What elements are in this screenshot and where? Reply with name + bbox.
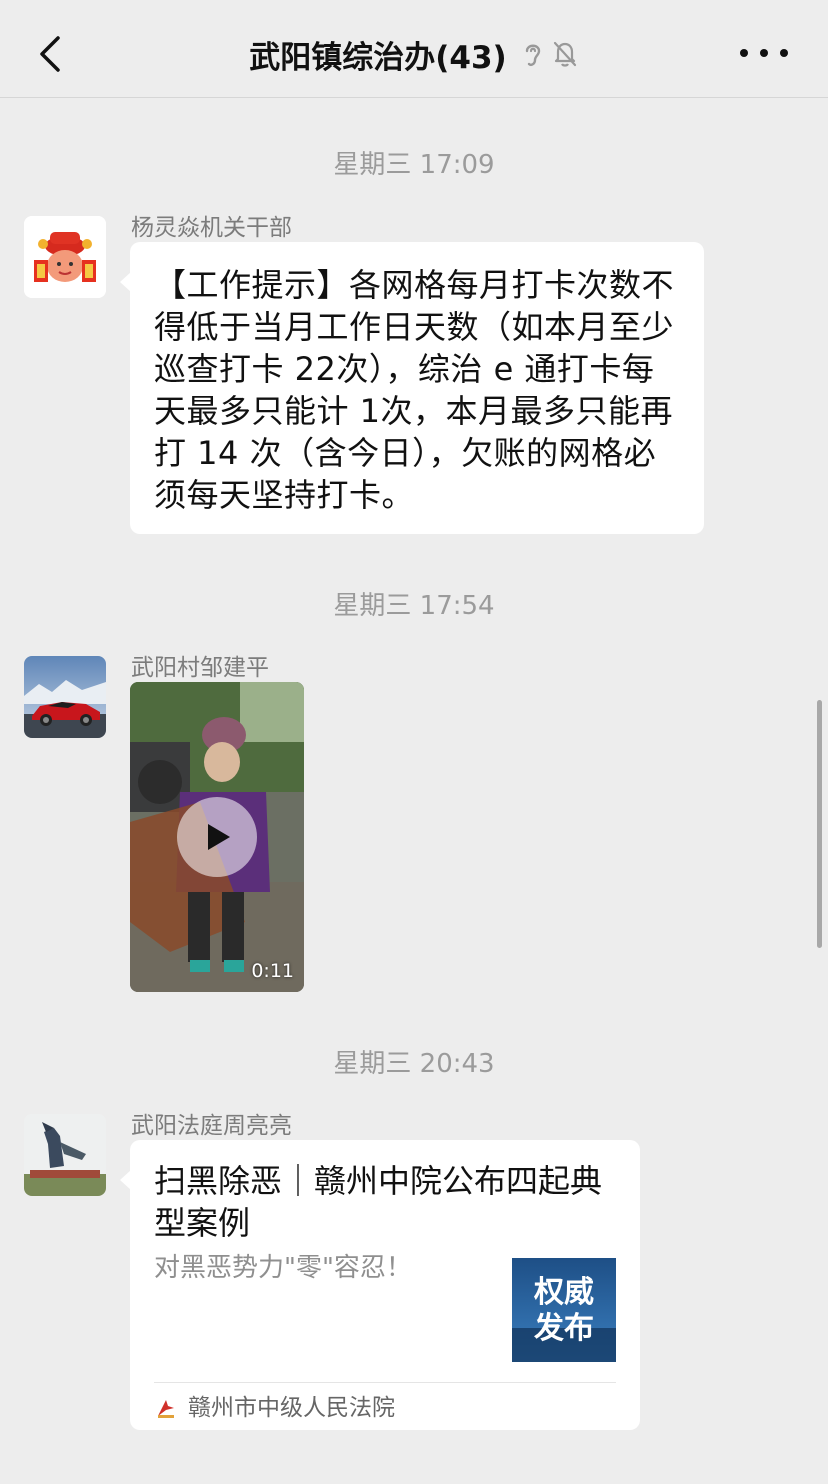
- video-message[interactable]: 0:11: [130, 682, 304, 992]
- scrollbar[interactable]: [817, 700, 822, 948]
- chat-title-group: 武阳镇综治办(43): [0, 28, 828, 80]
- car-avatar-icon: [24, 656, 106, 738]
- sender-name: 杨灵焱机关干部: [131, 215, 292, 241]
- play-button[interactable]: [177, 797, 257, 877]
- avatar[interactable]: [24, 216, 106, 298]
- fortune-god-avatar-icon: [24, 216, 106, 298]
- avatar[interactable]: [24, 656, 106, 738]
- card-thumbnail: 权威 发布: [512, 1258, 616, 1362]
- card-source: 赣州市中级人民法院: [188, 1395, 395, 1421]
- card-description: 对黑恶势力"零"容忍！: [154, 1253, 412, 1283]
- more-dots-icon: [740, 49, 748, 57]
- message-text: 【工作提示】各网格每月打卡次数不得低于当月工作日天数（如本月至少巡查打卡 22次…: [154, 266, 675, 514]
- court-logo-icon: [158, 1400, 174, 1418]
- sender-name: 武阳村邹建平: [131, 655, 269, 681]
- card-title: 扫黑除恶｜赣州中院公布四起典型案例: [154, 1162, 603, 1242]
- thumbnail-text-bottom: 发布: [533, 1311, 594, 1346]
- message-timestamp: 星期三 20:43: [333, 1049, 495, 1079]
- message-timestamp: 星期三 17:09: [333, 150, 495, 180]
- play-icon: [208, 824, 230, 850]
- chat-header: 武阳镇综治办(43): [0, 0, 828, 98]
- message-timestamp: 星期三 17:54: [333, 591, 495, 621]
- ear-icon: [525, 44, 540, 66]
- statue-avatar-icon: [24, 1114, 106, 1196]
- more-options-button[interactable]: [740, 38, 788, 68]
- bell-slash-icon: [553, 41, 576, 67]
- chat-title: 武阳镇综治办(43): [249, 39, 507, 76]
- avatar[interactable]: [24, 1114, 106, 1196]
- card-divider: [154, 1382, 616, 1383]
- thumbnail-text-top: 权威: [533, 1275, 594, 1310]
- video-duration: 0:11: [251, 960, 294, 982]
- text-message-bubble[interactable]: 【工作提示】各网格每月打卡次数不得低于当月工作日天数（如本月至少巡查打卡 22次…: [120, 242, 704, 534]
- link-card-message[interactable]: 扫黑除恶｜赣州中院公布四起典型案例 对黑恶势力"零"容忍！ 权威 发布 赣州市中…: [120, 1140, 640, 1430]
- sender-name: 武阳法庭周亮亮: [131, 1113, 292, 1139]
